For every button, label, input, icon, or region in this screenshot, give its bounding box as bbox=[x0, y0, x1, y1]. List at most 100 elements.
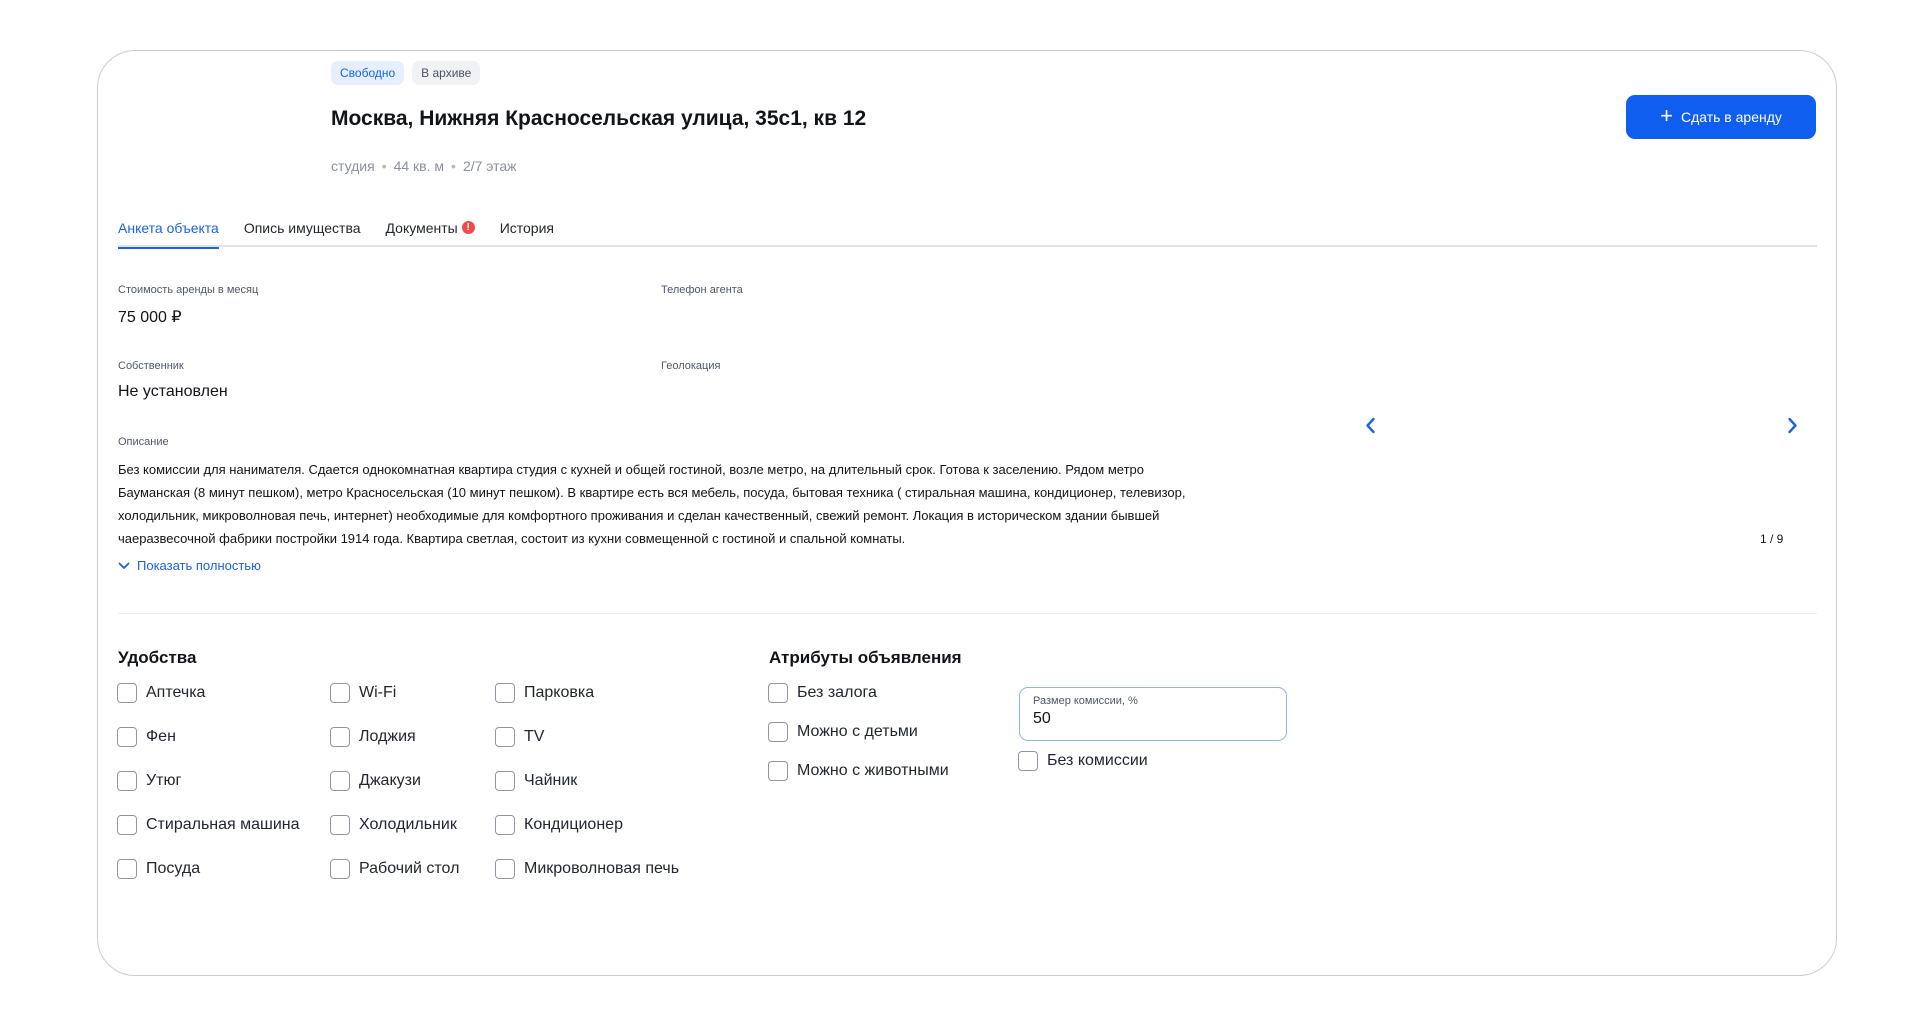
checkbox-icon bbox=[330, 727, 350, 747]
checkbox-icon bbox=[330, 859, 350, 879]
amenity-label: Кондиционер bbox=[524, 816, 623, 833]
amenity-label: Лоджия bbox=[359, 728, 416, 745]
amenity-checkbox-microwave[interactable]: Микроволновая печь bbox=[495, 859, 679, 879]
meta-separator: • bbox=[451, 158, 456, 174]
section-divider bbox=[118, 613, 1817, 614]
amenity-checkbox-parking[interactable]: Парковка bbox=[495, 683, 594, 703]
plus-icon: + bbox=[1660, 102, 1673, 128]
gallery-next-button[interactable] bbox=[1780, 413, 1804, 437]
attribute-label: Без комиссии bbox=[1047, 752, 1148, 769]
amenity-checkbox-wifi[interactable]: Wi-Fi bbox=[330, 683, 396, 703]
checkbox-icon bbox=[330, 815, 350, 835]
checkbox-icon bbox=[117, 683, 137, 703]
amenity-checkbox-tv[interactable]: TV bbox=[495, 727, 544, 747]
amenity-checkbox-loggia[interactable]: Лоджия bbox=[330, 727, 416, 747]
tab-documents[interactable]: Документы ! bbox=[386, 214, 475, 247]
gallery-counter: 1 / 9 bbox=[1760, 532, 1784, 546]
tab-bar: Анкета объекта Опись имущества Документы… bbox=[118, 214, 1817, 249]
attribute-checkbox-kids-allowed[interactable]: Можно с детьми bbox=[768, 722, 918, 742]
amenity-label: Посуда bbox=[146, 860, 201, 877]
property-floor: 2/7 этаж bbox=[462, 158, 517, 174]
amenity-checkbox-dishes[interactable]: Посуда bbox=[117, 859, 200, 879]
amenity-checkbox-washing-machine[interactable]: Стиральная машина bbox=[117, 815, 300, 835]
checkbox-icon bbox=[768, 761, 788, 781]
amenity-label: Фен bbox=[146, 728, 176, 745]
geolocation-label: Геолокация bbox=[661, 360, 721, 372]
amenity-checkbox-fridge[interactable]: Холодильник bbox=[330, 815, 457, 835]
checkbox-icon bbox=[768, 722, 788, 742]
chevron-down-icon bbox=[118, 562, 130, 569]
checkbox-icon bbox=[117, 771, 137, 791]
amenity-checkbox-iron[interactable]: Утюг bbox=[117, 771, 181, 791]
checkbox-icon bbox=[495, 859, 515, 879]
tab-label: Опись имущества bbox=[243, 220, 361, 236]
attribute-label: Можно с животными bbox=[797, 762, 949, 779]
page-title: Москва, Нижняя Красносельская улица, 35с… bbox=[331, 107, 867, 130]
amenity-checkbox-kettle[interactable]: Чайник bbox=[495, 771, 577, 791]
amenity-checkbox-air-conditioner[interactable]: Кондиционер bbox=[495, 815, 623, 835]
alert-icon: ! bbox=[461, 221, 475, 234]
attribute-checkbox-pets-allowed[interactable]: Можно с животными bbox=[768, 761, 949, 781]
attribute-label: Можно с детьми bbox=[797, 723, 918, 740]
attribute-label: Без залога bbox=[797, 684, 877, 701]
amenity-label: Утюг bbox=[146, 772, 182, 789]
description-label: Описание bbox=[118, 436, 169, 448]
checkbox-icon bbox=[768, 683, 788, 703]
amenity-checkbox-desk[interactable]: Рабочий стол bbox=[330, 859, 459, 879]
checkbox-icon bbox=[1018, 751, 1038, 771]
checkbox-icon bbox=[495, 727, 515, 747]
commission-input[interactable] bbox=[1033, 710, 1263, 728]
amenity-label: Холодильник bbox=[359, 816, 457, 833]
checkbox-icon bbox=[495, 683, 515, 703]
listing-attributes-title: Атрибуты объявления bbox=[769, 648, 962, 667]
gallery-prev-button[interactable] bbox=[1358, 413, 1382, 437]
amenity-label: Микроволновая печь bbox=[524, 860, 680, 877]
amenity-label: Рабочий стол bbox=[359, 860, 460, 877]
tab-inventory[interactable]: Опись имущества bbox=[244, 214, 361, 247]
checkbox-icon bbox=[117, 859, 137, 879]
property-type: студия bbox=[331, 158, 375, 174]
amenity-checkbox-jacuzzi[interactable]: Джакузи bbox=[330, 771, 421, 791]
chevron-right-icon bbox=[1787, 417, 1797, 433]
rent-price-label: Стоимость аренды в месяц bbox=[118, 284, 259, 296]
amenities-title: Удобства bbox=[118, 648, 197, 667]
show-more-link[interactable]: Показать полностью bbox=[118, 558, 261, 573]
status-badge-free: Свободно bbox=[331, 61, 405, 85]
amenity-label: Чайник bbox=[524, 772, 578, 789]
chevron-left-icon bbox=[1365, 417, 1375, 433]
attribute-checkbox-no-commission[interactable]: Без комиссии bbox=[1018, 751, 1148, 771]
tab-label: История bbox=[499, 220, 554, 236]
checkbox-icon bbox=[330, 771, 350, 791]
amenity-checkbox-hair-dryer[interactable]: Фен bbox=[117, 727, 176, 747]
amenity-label: Аптечка bbox=[146, 684, 206, 701]
commission-field[interactable]: Размер комиссии, % bbox=[1019, 687, 1287, 741]
tab-object-form[interactable]: Анкета объекта bbox=[118, 214, 219, 249]
amenity-checkbox-first-aid[interactable]: Аптечка bbox=[117, 683, 205, 703]
checkbox-icon bbox=[495, 815, 515, 835]
rent-price-value: 75 000 ₽ bbox=[118, 309, 182, 326]
tab-label: Анкета объекта bbox=[118, 220, 219, 236]
description-text: Без комиссии для нанимателя. Сдается одн… bbox=[118, 462, 1186, 546]
property-area: 44 кв. м bbox=[393, 158, 445, 174]
status-badge-archive: В архиве bbox=[412, 61, 481, 85]
checkbox-icon bbox=[117, 815, 137, 835]
tab-history[interactable]: История bbox=[500, 214, 554, 247]
property-meta: студия • 44 кв. м • 2/7 этаж bbox=[331, 158, 517, 174]
rent-out-button[interactable]: + Сдать в аренду bbox=[1626, 95, 1816, 139]
status-badges: Свободно В архиве bbox=[331, 61, 481, 85]
owner-label: Собственник bbox=[118, 360, 184, 372]
attribute-checkbox-no-deposit[interactable]: Без залога bbox=[768, 683, 877, 703]
amenity-label: Wi-Fi bbox=[359, 684, 397, 701]
checkbox-icon bbox=[330, 683, 350, 703]
amenity-label: Джакузи bbox=[359, 772, 421, 789]
rent-out-button-label: Сдать в аренду bbox=[1680, 109, 1782, 125]
amenity-label: Стиральная машина bbox=[146, 816, 300, 833]
checkbox-icon bbox=[117, 727, 137, 747]
amenity-label: Парковка bbox=[524, 684, 595, 701]
amenity-label: TV bbox=[524, 728, 545, 745]
commission-field-label: Размер комиссии, % bbox=[1033, 695, 1138, 707]
checkbox-icon bbox=[495, 771, 515, 791]
meta-separator: • bbox=[381, 158, 387, 174]
show-more-label: Показать полностью bbox=[137, 558, 261, 573]
tab-label: Документы bbox=[385, 220, 458, 236]
